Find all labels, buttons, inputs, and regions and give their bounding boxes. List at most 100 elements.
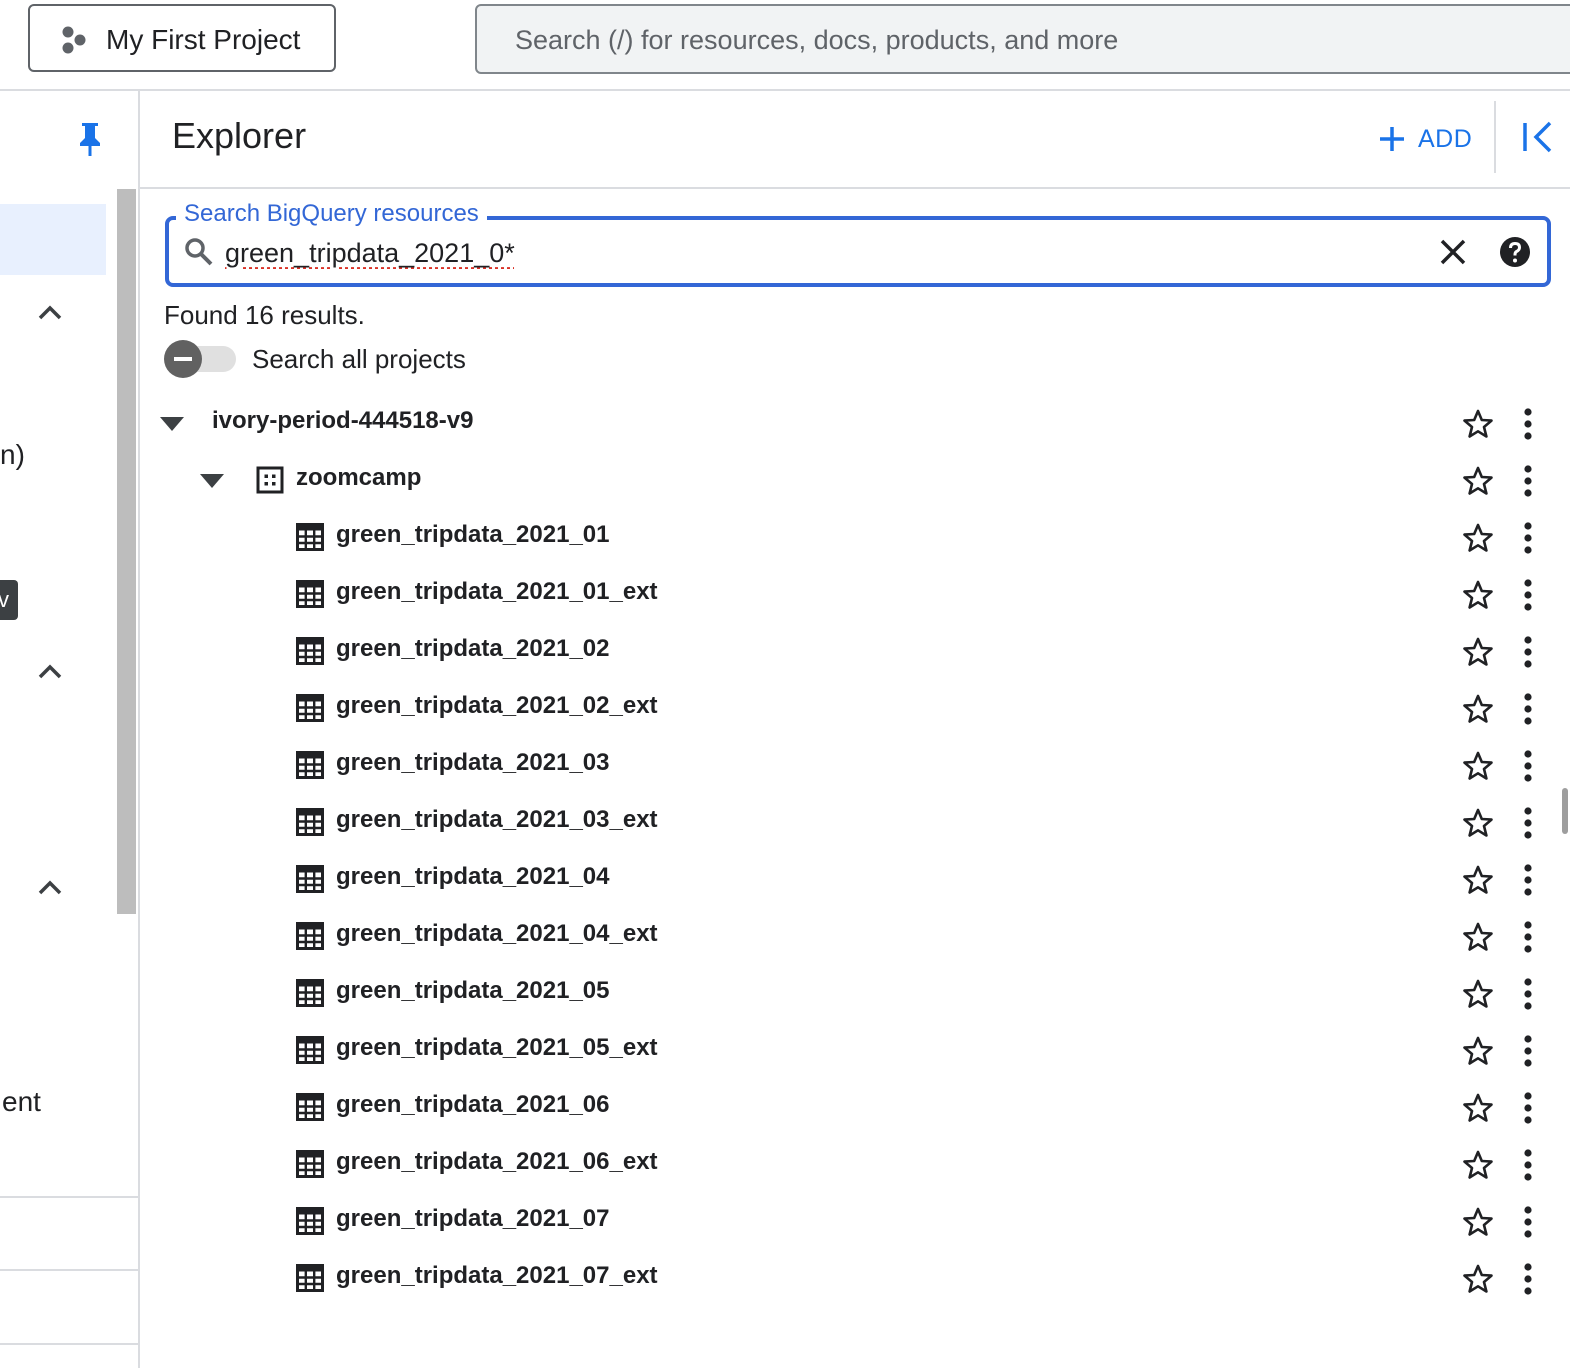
project-picker-button[interactable]: My First Project — [28, 4, 336, 72]
chevron-up-icon[interactable] — [36, 877, 64, 897]
tree-row-table[interactable]: green_tripdata_2021_07_ext — [140, 1250, 1570, 1307]
star-icon[interactable] — [1463, 409, 1493, 439]
table-label[interactable]: green_tripdata_2021_02 — [336, 635, 610, 663]
tree-row-table[interactable]: green_tripdata_2021_01_ext — [140, 566, 1570, 623]
tree-row-table[interactable]: green_tripdata_2021_01 — [140, 509, 1570, 566]
rail-item-fragment[interactable]: n) — [0, 439, 25, 471]
more-vert-icon[interactable] — [1517, 1205, 1539, 1239]
tree-row-table[interactable]: green_tripdata_2021_02_ext — [140, 680, 1570, 737]
table-label[interactable]: green_tripdata_2021_01_ext — [336, 578, 658, 606]
table-icon — [296, 751, 324, 779]
help-icon[interactable] — [1499, 236, 1531, 268]
tree-row-project[interactable]: ivory-period-444518-v9 — [140, 395, 1570, 452]
more-vert-icon[interactable] — [1517, 464, 1539, 498]
search-all-projects-label: Search all projects — [252, 344, 466, 374]
tree-row-table[interactable]: green_tripdata_2021_03_ext — [140, 794, 1570, 851]
close-icon[interactable] — [1437, 236, 1469, 268]
plus-icon — [1380, 127, 1404, 151]
table-label[interactable]: green_tripdata_2021_04_ext — [336, 920, 658, 948]
star-icon[interactable] — [1463, 1036, 1493, 1066]
table-label[interactable]: green_tripdata_2021_04 — [336, 863, 610, 891]
rail-selected-item[interactable] — [0, 204, 106, 275]
table-icon — [296, 1093, 324, 1121]
table-label[interactable]: green_tripdata_2021_02_ext — [336, 692, 658, 720]
more-vert-icon[interactable] — [1517, 1091, 1539, 1125]
table-icon — [296, 808, 324, 836]
rail-scrollbar[interactable] — [117, 189, 136, 914]
tree-row-table[interactable]: green_tripdata_2021_04 — [140, 851, 1570, 908]
table-label[interactable]: green_tripdata_2021_03 — [336, 749, 610, 777]
star-icon[interactable] — [1463, 523, 1493, 553]
table-label[interactable]: green_tripdata_2021_07_ext — [336, 1262, 658, 1290]
more-vert-icon[interactable] — [1517, 692, 1539, 726]
star-icon[interactable] — [1463, 865, 1493, 895]
table-label[interactable]: green_tripdata_2021_05 — [336, 977, 610, 1005]
more-vert-icon[interactable] — [1517, 863, 1539, 897]
star-icon[interactable] — [1463, 751, 1493, 781]
tree-row-table[interactable]: green_tripdata_2021_05_ext — [140, 1022, 1570, 1079]
divider — [0, 1343, 138, 1345]
star-icon[interactable] — [1463, 466, 1493, 496]
tree-row-table[interactable]: green_tripdata_2021_02 — [140, 623, 1570, 680]
dataset-label[interactable]: zoomcamp — [296, 464, 421, 492]
project-hexagons-icon — [62, 26, 86, 54]
add-button-label: ADD — [1418, 124, 1473, 153]
star-icon[interactable] — [1463, 1150, 1493, 1180]
table-label[interactable]: green_tripdata_2021_01 — [336, 521, 610, 549]
bigquery-search-input[interactable] — [223, 232, 1407, 274]
project-name: My First Project — [106, 24, 301, 55]
more-vert-icon[interactable] — [1517, 407, 1539, 441]
more-vert-icon[interactable] — [1517, 1034, 1539, 1068]
tree-row-table[interactable]: green_tripdata_2021_04_ext — [140, 908, 1570, 965]
star-icon[interactable] — [1463, 637, 1493, 667]
table-label[interactable]: green_tripdata_2021_05_ext — [336, 1034, 658, 1062]
more-vert-icon[interactable] — [1517, 635, 1539, 669]
table-label[interactable]: green_tripdata_2021_03_ext — [336, 806, 658, 834]
star-icon[interactable] — [1463, 808, 1493, 838]
divider — [1494, 101, 1496, 173]
star-icon[interactable] — [1463, 1207, 1493, 1237]
more-vert-icon[interactable] — [1517, 1262, 1539, 1296]
chevron-up-icon[interactable] — [36, 661, 64, 681]
table-icon — [296, 979, 324, 1007]
tree-row-dataset[interactable]: zoomcamp — [140, 452, 1570, 509]
tree-row-table[interactable]: green_tripdata_2021_06_ext — [140, 1136, 1570, 1193]
global-search-input[interactable] — [513, 20, 1517, 60]
global-search-box[interactable] — [475, 4, 1570, 74]
more-vert-icon[interactable] — [1517, 578, 1539, 612]
caret-down-icon[interactable] — [200, 474, 224, 488]
collapse-panel-icon[interactable] — [1520, 119, 1556, 155]
star-icon[interactable] — [1463, 1093, 1493, 1123]
table-icon — [296, 1207, 324, 1235]
search-icon — [185, 238, 213, 266]
tree-row-table[interactable]: green_tripdata_2021_03 — [140, 737, 1570, 794]
project-label[interactable]: ivory-period-444518-v9 — [212, 407, 473, 435]
more-vert-icon[interactable] — [1517, 806, 1539, 840]
search-all-projects-toggle[interactable] — [164, 340, 236, 378]
tree-scrollbar[interactable] — [1562, 788, 1568, 834]
more-vert-icon[interactable] — [1517, 920, 1539, 954]
pin-icon[interactable] — [74, 121, 106, 157]
star-icon[interactable] — [1463, 922, 1493, 952]
more-vert-icon[interactable] — [1517, 521, 1539, 555]
caret-down-icon[interactable] — [160, 417, 184, 431]
explorer-title: Explorer — [172, 115, 307, 156]
star-icon[interactable] — [1463, 580, 1493, 610]
star-icon[interactable] — [1463, 979, 1493, 1009]
star-icon[interactable] — [1463, 1264, 1493, 1294]
tree-row-table[interactable]: green_tripdata_2021_06 — [140, 1079, 1570, 1136]
chevron-up-icon[interactable] — [36, 302, 64, 322]
tree-row-table[interactable]: green_tripdata_2021_07 — [140, 1193, 1570, 1250]
table-label[interactable]: green_tripdata_2021_06 — [336, 1091, 610, 1119]
tree-row-table[interactable]: green_tripdata_2021_05 — [140, 965, 1570, 1022]
more-vert-icon[interactable] — [1517, 749, 1539, 783]
results-count: Found 16 results. — [164, 300, 365, 330]
table-label[interactable]: green_tripdata_2021_07 — [336, 1205, 610, 1233]
add-button[interactable]: ADD — [1378, 117, 1472, 161]
table-icon — [296, 1150, 324, 1178]
rail-item-fragment[interactable]: ent — [2, 1086, 41, 1118]
star-icon[interactable] — [1463, 694, 1493, 724]
more-vert-icon[interactable] — [1517, 1148, 1539, 1182]
table-label[interactable]: green_tripdata_2021_06_ext — [336, 1148, 658, 1176]
more-vert-icon[interactable] — [1517, 977, 1539, 1011]
